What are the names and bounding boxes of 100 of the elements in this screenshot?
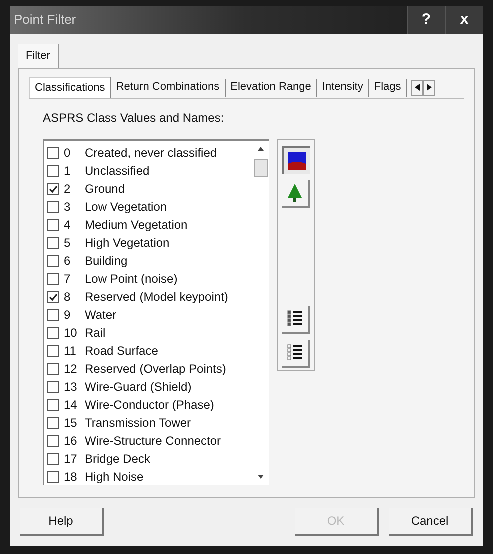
checkbox[interactable]	[47, 309, 59, 321]
class-value: 14	[64, 397, 78, 414]
tool-button[interactable]	[282, 146, 310, 174]
class-list-item[interactable]: 8 Reserved (Model keypoint)	[47, 288, 253, 306]
class-value: 5	[64, 235, 72, 252]
class-list-item[interactable]: 12 Reserved (Overlap Points)	[47, 360, 253, 378]
class-list-item[interactable]: 0 Created, never classified	[47, 144, 253, 162]
class-list-item[interactable]: 18 High Noise	[47, 468, 253, 486]
class-list-item[interactable]: 10 Rail	[47, 324, 253, 342]
class-name: Low Point (noise)	[85, 271, 178, 288]
class-list-item[interactable]: 17 Bridge Deck	[47, 450, 253, 468]
dialog-button[interactable]: Help	[20, 508, 104, 536]
class-list-item[interactable]: 14 Wire-Conductor (Phase)	[47, 396, 253, 414]
checkbox[interactable]	[47, 345, 59, 357]
class-name: Wire-Conductor (Phase)	[85, 397, 214, 414]
class-list-item[interactable]: 9 Water	[47, 306, 253, 324]
class-value: 7	[64, 271, 72, 288]
class-value: 2	[64, 181, 72, 198]
checkbox[interactable]	[47, 363, 59, 375]
class-value: 0	[64, 145, 72, 162]
checkbox[interactable]	[47, 399, 59, 411]
tool-button[interactable]	[282, 340, 310, 368]
class-list-item[interactable]: 6 Building	[47, 252, 253, 270]
class-list-item[interactable]: 16 Wire-Structure Connector	[47, 432, 253, 450]
class-value: 16	[64, 433, 78, 450]
class-list-item[interactable]: 15 Transmission Tower	[47, 414, 253, 432]
class-name: Water	[85, 307, 117, 324]
class-value: 4	[64, 217, 72, 234]
class-value: 15	[64, 415, 78, 432]
checkbox[interactable]	[47, 183, 59, 195]
help-title-button[interactable]: ?	[407, 6, 445, 34]
class-value: 8	[64, 289, 72, 306]
tab[interactable]: Filter	[18, 44, 60, 68]
list-icon	[287, 344, 303, 362]
class-list-item[interactable]: 4 Medium Vegetation	[47, 216, 253, 234]
class-name: Bridge Deck	[85, 451, 150, 468]
class-name: Created, never classified	[85, 145, 218, 162]
class-list-item[interactable]: 11 Road Surface	[47, 342, 253, 360]
terrain-icon	[288, 152, 306, 170]
left-arrow-icon	[414, 84, 420, 91]
tab[interactable]: Return Combinations	[111, 78, 226, 96]
class-list-item[interactable]: 13 Wire-Guard (Shield)	[47, 378, 253, 396]
checkbox[interactable]	[47, 273, 59, 285]
class-name: Wire-Guard (Shield)	[85, 379, 192, 396]
class-name: Medium Vegetation	[85, 217, 188, 234]
class-name: Ground	[85, 181, 126, 198]
checkbox[interactable]	[47, 255, 59, 267]
checkbox[interactable]	[47, 417, 59, 429]
class-value: 11	[64, 343, 78, 360]
checkbox[interactable]	[47, 291, 59, 303]
class-name: Transmission Tower	[85, 415, 192, 432]
checkbox[interactable]	[47, 327, 59, 339]
class-list-item[interactable]: 5 High Vegetation	[47, 234, 253, 252]
class-name: Low Vegetation	[85, 199, 168, 216]
checkbox[interactable]	[47, 237, 59, 249]
scroll-thumb[interactable]	[254, 159, 268, 177]
dialog-button[interactable]: Cancel	[389, 508, 473, 536]
list-label: ASPRS Class Values and Names:	[43, 110, 226, 127]
class-list-item[interactable]: 1 Unclassified	[47, 162, 253, 180]
checkbox[interactable]	[47, 147, 59, 159]
checkbox[interactable]	[47, 201, 59, 213]
tree-icon	[287, 184, 303, 202]
checkbox[interactable]	[47, 435, 59, 447]
checkbox[interactable]	[47, 471, 59, 483]
tab[interactable]: Classifications	[29, 77, 112, 98]
tab[interactable]: Elevation Range	[226, 78, 318, 96]
class-value: 1	[64, 163, 72, 180]
class-name: High Noise	[85, 469, 144, 486]
class-value: 13	[64, 379, 78, 396]
class-name: Building	[85, 253, 128, 270]
checkbox[interactable]	[47, 381, 59, 393]
class-name: Reserved (Model keypoint)	[85, 289, 228, 306]
class-value: 12	[64, 361, 78, 378]
scroll-right-button[interactable]	[423, 80, 436, 96]
right-arrow-icon	[426, 84, 432, 91]
class-list-item[interactable]: 3 Low Vegetation	[47, 198, 253, 216]
tab[interactable]: Intensity	[317, 78, 370, 96]
class-list-item[interactable]: 7 Low Point (noise)	[47, 270, 253, 288]
class-list-item[interactable]: 2 Ground	[47, 180, 253, 198]
class-value: 3	[64, 199, 72, 216]
check-icon	[48, 292, 58, 302]
window-title: Point Filter	[13, 11, 76, 30]
close-button[interactable]: x	[445, 6, 483, 34]
class-name: Rail	[85, 325, 106, 342]
down-arrow-icon	[258, 475, 264, 479]
checkbox[interactable]	[47, 219, 59, 231]
class-name: Wire-Structure Connector	[85, 433, 222, 450]
checkbox[interactable]	[47, 453, 59, 465]
checkbox[interactable]	[47, 165, 59, 177]
class-name: Reserved (Overlap Points)	[85, 361, 226, 378]
up-arrow-icon	[258, 147, 264, 151]
tool-button[interactable]	[282, 306, 310, 334]
class-name: Unclassified	[85, 163, 150, 180]
scroll-left-button[interactable]	[411, 80, 424, 96]
tab[interactable]: Flags	[369, 78, 408, 96]
check-icon	[48, 184, 58, 194]
class-name: Road Surface	[85, 343, 158, 360]
class-value: 9	[64, 307, 72, 324]
list-icon	[287, 310, 303, 328]
class-value: 6	[64, 253, 72, 270]
